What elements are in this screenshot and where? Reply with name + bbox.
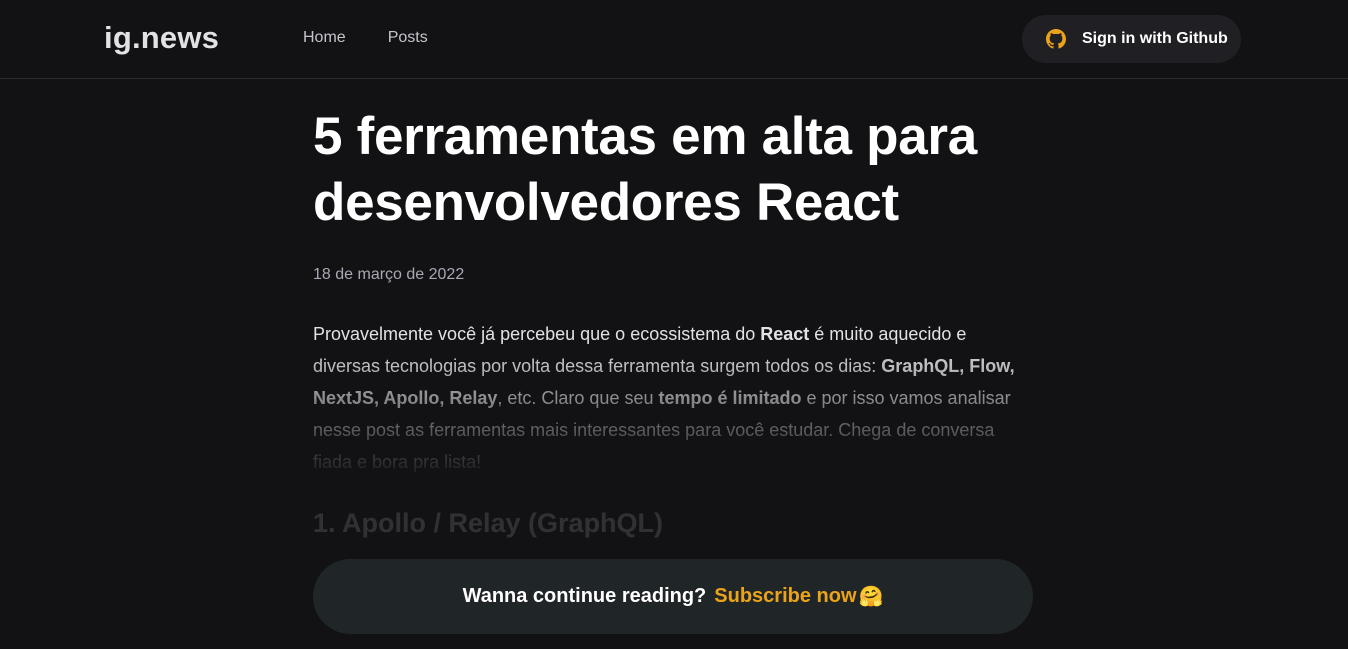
post-title: 5 ferramentas em alta para desenvolvedor…	[313, 107, 977, 232]
nav-home-link[interactable]: Home	[303, 29, 346, 47]
post-article: 5 ferramentas em alta para desenvolvedor…	[313, 104, 1033, 539]
post-paragraph: Provavelmente você já percebeu que o eco…	[313, 318, 1033, 478]
paragraph-bold-time: tempo é limitado	[658, 388, 802, 408]
app-header: ig.news Home Posts Sign in with Github	[0, 0, 1348, 79]
post-preview-content: Provavelmente você já percebeu que o eco…	[313, 318, 1033, 478]
sign-in-label: Sign in with Github	[1082, 30, 1228, 47]
post-date: 18 de março de 2022	[313, 266, 465, 283]
logo[interactable]: ig.news	[104, 20, 219, 56]
sign-in-github-button[interactable]: Sign in with Github	[1022, 15, 1241, 63]
post-section-heading: 1. Apollo / Relay (GraphQL)	[313, 508, 664, 538]
paragraph-text-3: , etc. Claro que seu	[497, 388, 659, 408]
hugging-face-emoji: 🤗	[858, 586, 884, 608]
nav-posts-link[interactable]: Posts	[388, 29, 428, 47]
paragraph-text-1: Provavelmente você já percebeu que o eco…	[313, 324, 761, 344]
subscribe-now-link[interactable]: Subscribe now	[714, 585, 856, 608]
continue-reading-banner: Wanna continue reading? Subscribe now 🤗	[313, 559, 1033, 634]
main-nav: Home Posts	[303, 29, 470, 47]
github-icon	[1046, 29, 1066, 49]
paragraph-bold-react: React	[760, 324, 810, 344]
continue-reading-text: Wanna continue reading?	[462, 585, 707, 607]
